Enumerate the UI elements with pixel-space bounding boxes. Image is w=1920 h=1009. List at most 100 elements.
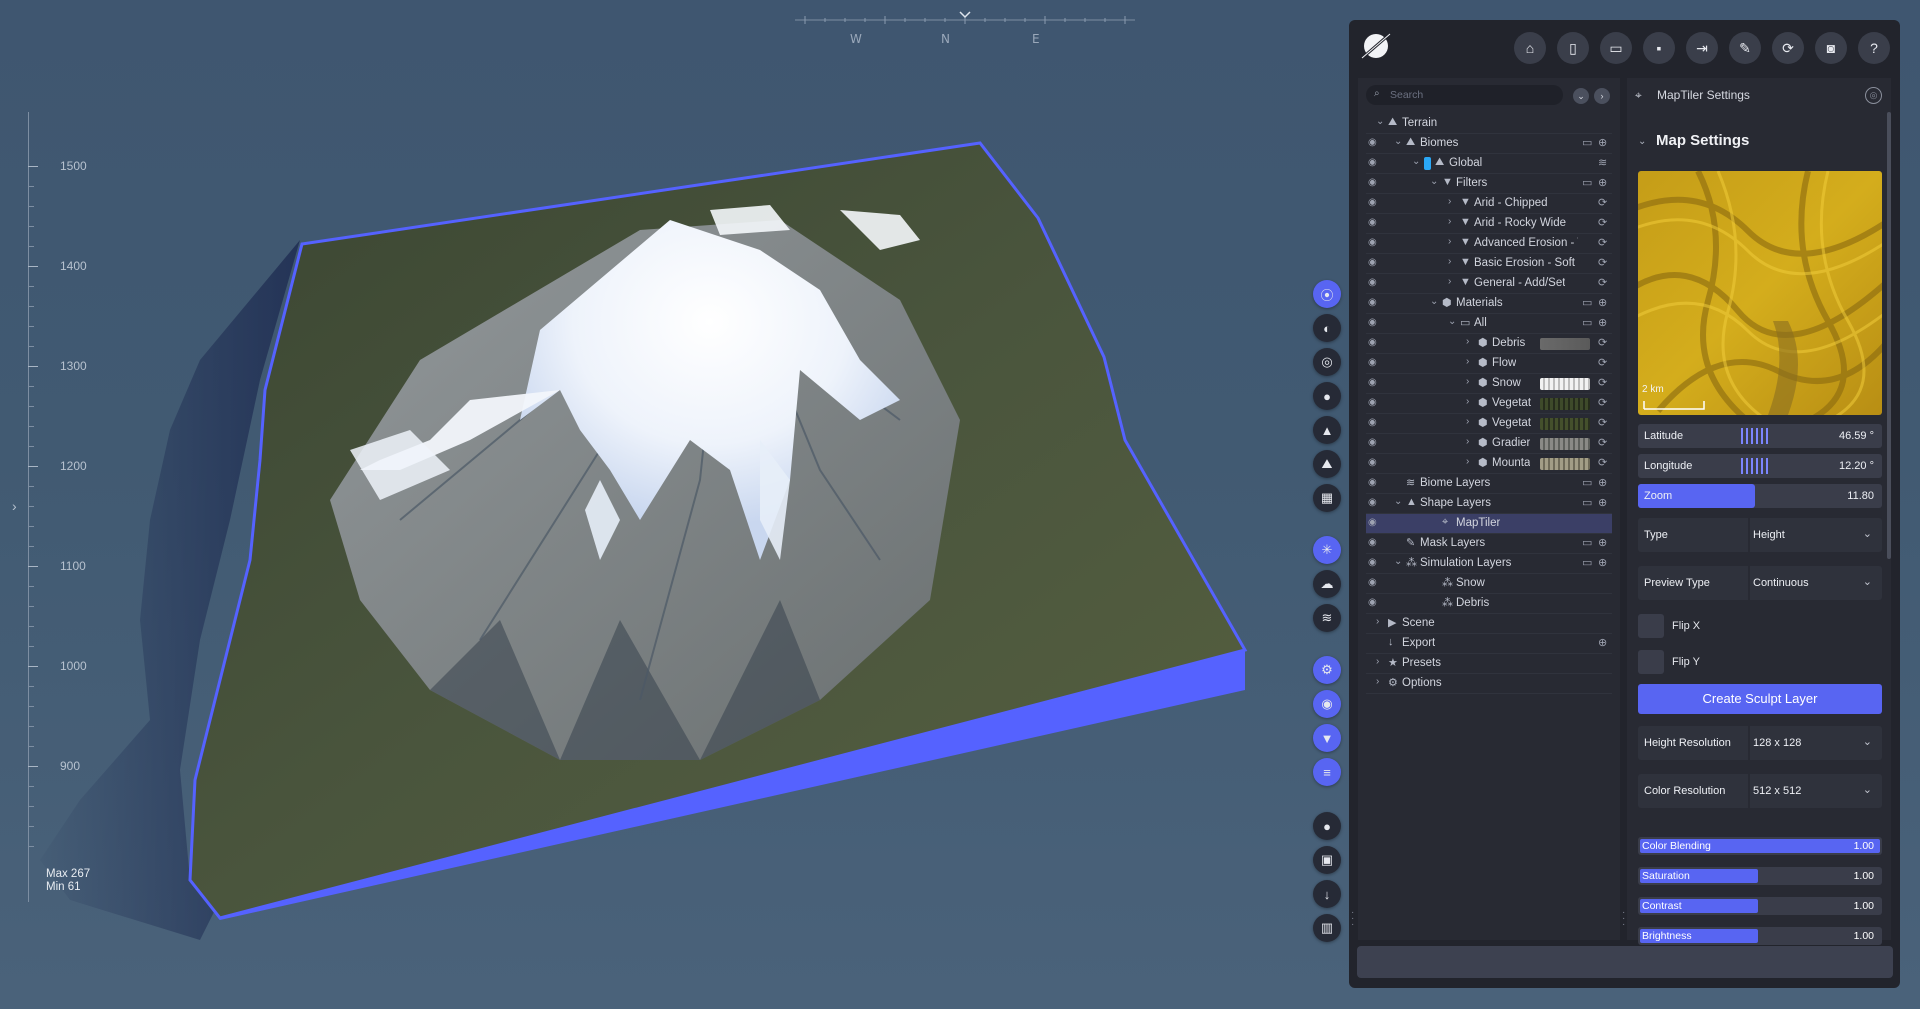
- eye-icon[interactable]: ◉: [1368, 437, 1382, 448]
- eye-icon[interactable]: ◉: [1368, 557, 1382, 568]
- tree-item-general-add-set[interactable]: ◉ › ▼ General - Add/Set ⟳: [1366, 274, 1612, 294]
- brightness-slider[interactable]: Brightness 1.00: [1638, 927, 1882, 945]
- zoom-slider[interactable]: Zoom 11.80: [1638, 484, 1882, 508]
- sync-icon[interactable]: ⟳: [1598, 256, 1607, 269]
- eye-icon[interactable]: ◉: [1368, 417, 1382, 428]
- chevron-right-icon[interactable]: ›: [1466, 376, 1469, 387]
- plus-icon[interactable]: ⊕: [1598, 316, 1607, 329]
- eye-icon[interactable]: ◉: [1368, 377, 1382, 388]
- height-resolution-dropdown[interactable]: Height Resolution 128 x 128 ⌄: [1638, 726, 1882, 760]
- tree-item-maptiler[interactable]: ◉ ⌖ MapTiler: [1366, 514, 1612, 534]
- tree-item-materials[interactable]: ◉ ⌄ ⬢ Materials ▭ ⊕: [1366, 294, 1612, 314]
- settings-options-button[interactable]: ◎: [1865, 87, 1882, 104]
- tree-item-arid-rocky-wide[interactable]: ◉ › ▼ Arid - Rocky Wide ⟳: [1366, 214, 1612, 234]
- sync-icon[interactable]: ⟳: [1598, 196, 1607, 209]
- layers-tool-button[interactable]: ≡: [1313, 758, 1341, 786]
- plus-icon[interactable]: ⊕: [1598, 556, 1607, 569]
- folder-icon[interactable]: ▭: [1582, 556, 1592, 569]
- cloud-tool-button[interactable]: ☁: [1313, 570, 1341, 598]
- home-button[interactable]: ⌂: [1514, 32, 1546, 64]
- target-tool-button[interactable]: ◎: [1313, 348, 1341, 376]
- plus-icon[interactable]: ⊕: [1598, 136, 1607, 149]
- chevron-down-icon[interactable]: ⌄: [1394, 556, 1402, 567]
- tree-item-shape-layers[interactable]: ◉ ⌄ ▲ Shape Layers ▭ ⊕: [1366, 494, 1612, 514]
- grid-tool-button[interactable]: ▦: [1313, 484, 1341, 512]
- tree-item-vegetat[interactable]: ◉ › ⬢ Vegetat ⟳: [1366, 394, 1612, 414]
- eye-icon[interactable]: ◉: [1368, 217, 1382, 228]
- eye-icon[interactable]: ◉: [1368, 237, 1382, 248]
- eye-tool-button[interactable]: ◉: [1313, 690, 1341, 718]
- sync-icon[interactable]: ⟳: [1598, 356, 1607, 369]
- tree-item-filters[interactable]: ◉ ⌄ ▼ Filters ▭ ⊕: [1366, 174, 1612, 194]
- contrast-slider[interactable]: Contrast 1.00: [1638, 897, 1882, 915]
- chevron-down-icon[interactable]: ⌄: [1394, 136, 1402, 147]
- preview-type-dropdown[interactable]: Preview Type Continuous ⌄: [1638, 566, 1882, 600]
- tree-item-global[interactable]: ◉ ⌄ ⛰ Global ≋: [1366, 154, 1612, 174]
- tree-item-scene[interactable]: › ▶ Scene: [1366, 614, 1612, 634]
- record-tool-button[interactable]: ●: [1313, 812, 1341, 840]
- sync-icon[interactable]: ⟳: [1598, 236, 1607, 249]
- image-tool-button[interactable]: ▣: [1313, 846, 1341, 874]
- water-drop-tool-button[interactable]: ●: [1313, 382, 1341, 410]
- color-blending-slider[interactable]: Color Blending 1.00: [1638, 837, 1882, 855]
- sun-tool-button[interactable]: ✳: [1313, 536, 1341, 564]
- tree-item-biomes[interactable]: ◉ ⌄ ⛰ Biomes ▭ ⊕: [1366, 134, 1612, 154]
- sync-icon[interactable]: ⟳: [1598, 216, 1607, 229]
- tree-item-debris[interactable]: ◉ ⁂ Debris: [1366, 594, 1612, 614]
- tree-item-terrain[interactable]: ⌄ ⛰ Terrain: [1366, 114, 1612, 134]
- panel-resize-handle[interactable]: · · ·: [1622, 908, 1625, 930]
- eye-icon[interactable]: ◉: [1368, 597, 1382, 608]
- tree-item-snow[interactable]: ◉ ⁂ Snow: [1366, 574, 1612, 594]
- eye-icon[interactable]: ◉: [1368, 137, 1382, 148]
- folder-icon[interactable]: ▭: [1582, 136, 1592, 149]
- eye-icon[interactable]: ◉: [1368, 297, 1382, 308]
- flip-x-checkbox[interactable]: [1638, 614, 1664, 638]
- compass-tool-button[interactable]: ⦿: [1313, 280, 1341, 308]
- create-sculpt-layer-button[interactable]: Create Sculpt Layer: [1638, 684, 1882, 714]
- refresh-button[interactable]: ⟳: [1772, 32, 1804, 64]
- chevron-down-icon[interactable]: ⌄: [1394, 496, 1402, 507]
- eye-icon[interactable]: ◉: [1368, 177, 1382, 188]
- chevron-right-icon[interactable]: ›: [1376, 616, 1379, 627]
- camera-button[interactable]: ◙: [1815, 32, 1847, 64]
- panel-resize-handle[interactable]: · · ·: [1351, 908, 1354, 930]
- save-button[interactable]: ▪: [1643, 32, 1675, 64]
- eye-icon[interactable]: ◉: [1368, 577, 1382, 588]
- folder-icon[interactable]: ▭: [1582, 316, 1592, 329]
- eye-icon[interactable]: ◉: [1368, 517, 1382, 528]
- sync-icon[interactable]: ⟳: [1598, 456, 1607, 469]
- tree-item-arid-chipped[interactable]: ◉ › ▼ Arid - Chipped ⟳: [1366, 194, 1612, 214]
- eye-icon[interactable]: ◉: [1368, 257, 1382, 268]
- tree-item-all[interactable]: ◉ ⌄ ▭ All ▭ ⊕: [1366, 314, 1612, 334]
- eye-icon[interactable]: ◉: [1368, 397, 1382, 408]
- chevron-down-icon[interactable]: ⌄: [1430, 176, 1438, 187]
- new-file-button[interactable]: ▯: [1557, 32, 1589, 64]
- chevron-down-icon[interactable]: ⌄: [1412, 156, 1420, 167]
- sync-icon[interactable]: ⟳: [1598, 396, 1607, 409]
- expand-all-button[interactable]: ›: [1594, 88, 1610, 104]
- chevron-right-icon[interactable]: ›: [1376, 676, 1379, 687]
- chevron-right-icon[interactable]: ›: [1448, 276, 1451, 287]
- eye-icon[interactable]: ◉: [1368, 197, 1382, 208]
- chevron-right-icon[interactable]: ›: [1466, 416, 1469, 427]
- tree-item-basic-erosion-soft-fl[interactable]: ◉ › ▼ Basic Erosion - Soft Fl ⟳: [1366, 254, 1612, 274]
- download-tool-button[interactable]: ↓: [1313, 880, 1341, 908]
- app-logo-icon[interactable]: [1358, 28, 1394, 64]
- terrain-viewport[interactable]: [0, 0, 1300, 1009]
- landscape-tool-button[interactable]: ⛰: [1313, 450, 1341, 478]
- chart-tool-button[interactable]: ▥: [1313, 914, 1341, 942]
- chevron-right-icon[interactable]: ›: [1466, 356, 1469, 367]
- folder-icon[interactable]: ▭: [1582, 176, 1592, 189]
- chevron-down-icon[interactable]: ⌄: [1638, 136, 1646, 147]
- chevron-right-icon[interactable]: ›: [1448, 256, 1451, 267]
- settings-gears-tool-button[interactable]: ⚙: [1313, 656, 1341, 684]
- wind-tool-button[interactable]: ≋: [1313, 604, 1341, 632]
- chevron-down-icon[interactable]: ⌄: [1376, 116, 1384, 127]
- tree-item-snow[interactable]: ◉ › ⬢ Snow ⟳: [1366, 374, 1612, 394]
- mountain-tool-button[interactable]: ▲: [1313, 416, 1341, 444]
- folder-icon[interactable]: ▭: [1582, 296, 1592, 309]
- longitude-field[interactable]: Longitude 12.20 °: [1638, 454, 1882, 478]
- chevron-right-icon[interactable]: ›: [1376, 656, 1379, 667]
- eye-icon[interactable]: ◉: [1368, 477, 1382, 488]
- eye-icon[interactable]: ◉: [1368, 277, 1382, 288]
